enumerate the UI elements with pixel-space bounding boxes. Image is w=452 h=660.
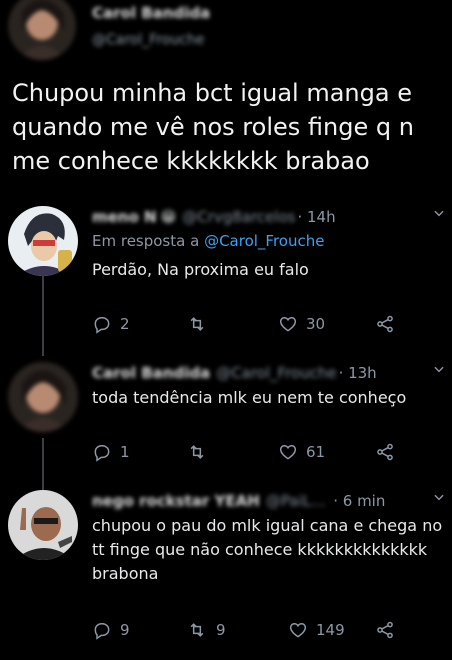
share-icon [377,443,393,461]
reply-action[interactable]: 2 [92,314,130,334]
reply-display-name[interactable]: nego rockstar YEAH [92,492,260,510]
reply-handle[interactable]: @Crvg8arcelos [182,208,295,226]
reply-display-name[interactable]: meno N [92,208,157,226]
reply-avatar[interactable] [8,490,78,560]
reply-header: nego rockstar YEAH @PaiL... · 6 min [92,490,385,512]
reply-count: 2 [120,315,130,333]
reply-action[interactable]: 1 [92,442,130,462]
reply-handle[interactable]: @PaiL... [266,492,325,510]
share-icon [377,621,393,639]
reply-text: chupou o pau do mlk igual cana e chega n… [92,516,443,583]
reply-icon [94,445,110,462]
share-action[interactable] [374,442,396,462]
more-options[interactable] [432,490,446,508]
like-action[interactable]: 61 [278,442,325,462]
share-icon [377,315,393,333]
reply-text: toda tendência mlk eu nem te conheço [92,388,407,407]
share-action[interactable] [374,314,396,334]
reply-icon [94,317,110,334]
heart-icon [279,316,297,332]
main-display-name[interactable]: Carol Bandida [92,4,210,22]
like-action[interactable]: 30 [278,314,325,334]
main-handle[interactable]: @Carol_Frouche [92,32,204,48]
more-options[interactable] [432,206,446,224]
reply-avatar[interactable] [8,362,78,432]
chevron-down-icon [434,210,444,217]
main-avatar[interactable] [8,0,76,60]
share-action[interactable] [374,620,396,640]
like-count: 30 [306,315,326,333]
reply-timestamp[interactable]: · 13h [339,364,377,382]
replying-to-link[interactable]: @Carol_Frouche [204,232,324,250]
action-bar: 1 61 [92,442,412,466]
reply-avatar[interactable] [8,206,78,276]
reply-count: 1 [120,443,130,461]
chevron-down-icon [434,366,444,373]
reply-timestamp[interactable]: · 14h [297,208,335,226]
reply-timestamp[interactable]: · 6 min [333,492,385,510]
retweet-action[interactable] [186,442,216,462]
retweet-count: 9 [216,621,226,639]
reply-text: Perdão, Na proxima eu falo [92,260,309,279]
chevron-down-icon [434,494,444,501]
reply-count: 9 [120,621,130,639]
replying-to: Em resposta a @Carol_Frouche [92,232,324,250]
reply-display-name[interactable]: Carol Bandida [92,364,210,382]
more-options[interactable] [432,362,446,380]
reply-tweet[interactable]: Carol Bandida @Carol_Frouche · 13h toda … [0,362,452,472]
retweet-icon [190,445,204,459]
emoji-badge: 😁 [160,208,177,226]
reply-icon [94,623,110,640]
retweet-icon [190,623,204,637]
retweet-icon [190,317,204,331]
reply-handle[interactable]: @Carol_Frouche [216,364,336,382]
heart-icon [289,622,307,638]
main-tweet-text: Chupou minha bct igual manga e quando me… [12,79,414,175]
retweet-action[interactable]: 9 [186,620,226,640]
retweet-action[interactable] [186,314,216,334]
reply-action[interactable]: 9 [92,620,130,640]
like-count: 149 [316,621,345,639]
reply-tweet[interactable]: nego rockstar YEAH @PaiL... · 6 min chup… [0,490,452,650]
like-count: 61 [306,443,326,461]
action-bar: 2 30 [92,314,412,338]
reply-header: meno N 😁 @Crvg8arcelos · 14h [92,206,336,228]
replying-prefix: Em resposta a [92,232,205,250]
action-bar: 9 9 149 [92,620,412,644]
reply-header: Carol Bandida @Carol_Frouche · 13h [92,362,377,384]
heart-icon [279,444,297,460]
like-action[interactable]: 149 [288,620,345,640]
reply-tweet[interactable]: meno N 😁 @Crvg8arcelos · 14h Em resposta… [0,206,452,346]
